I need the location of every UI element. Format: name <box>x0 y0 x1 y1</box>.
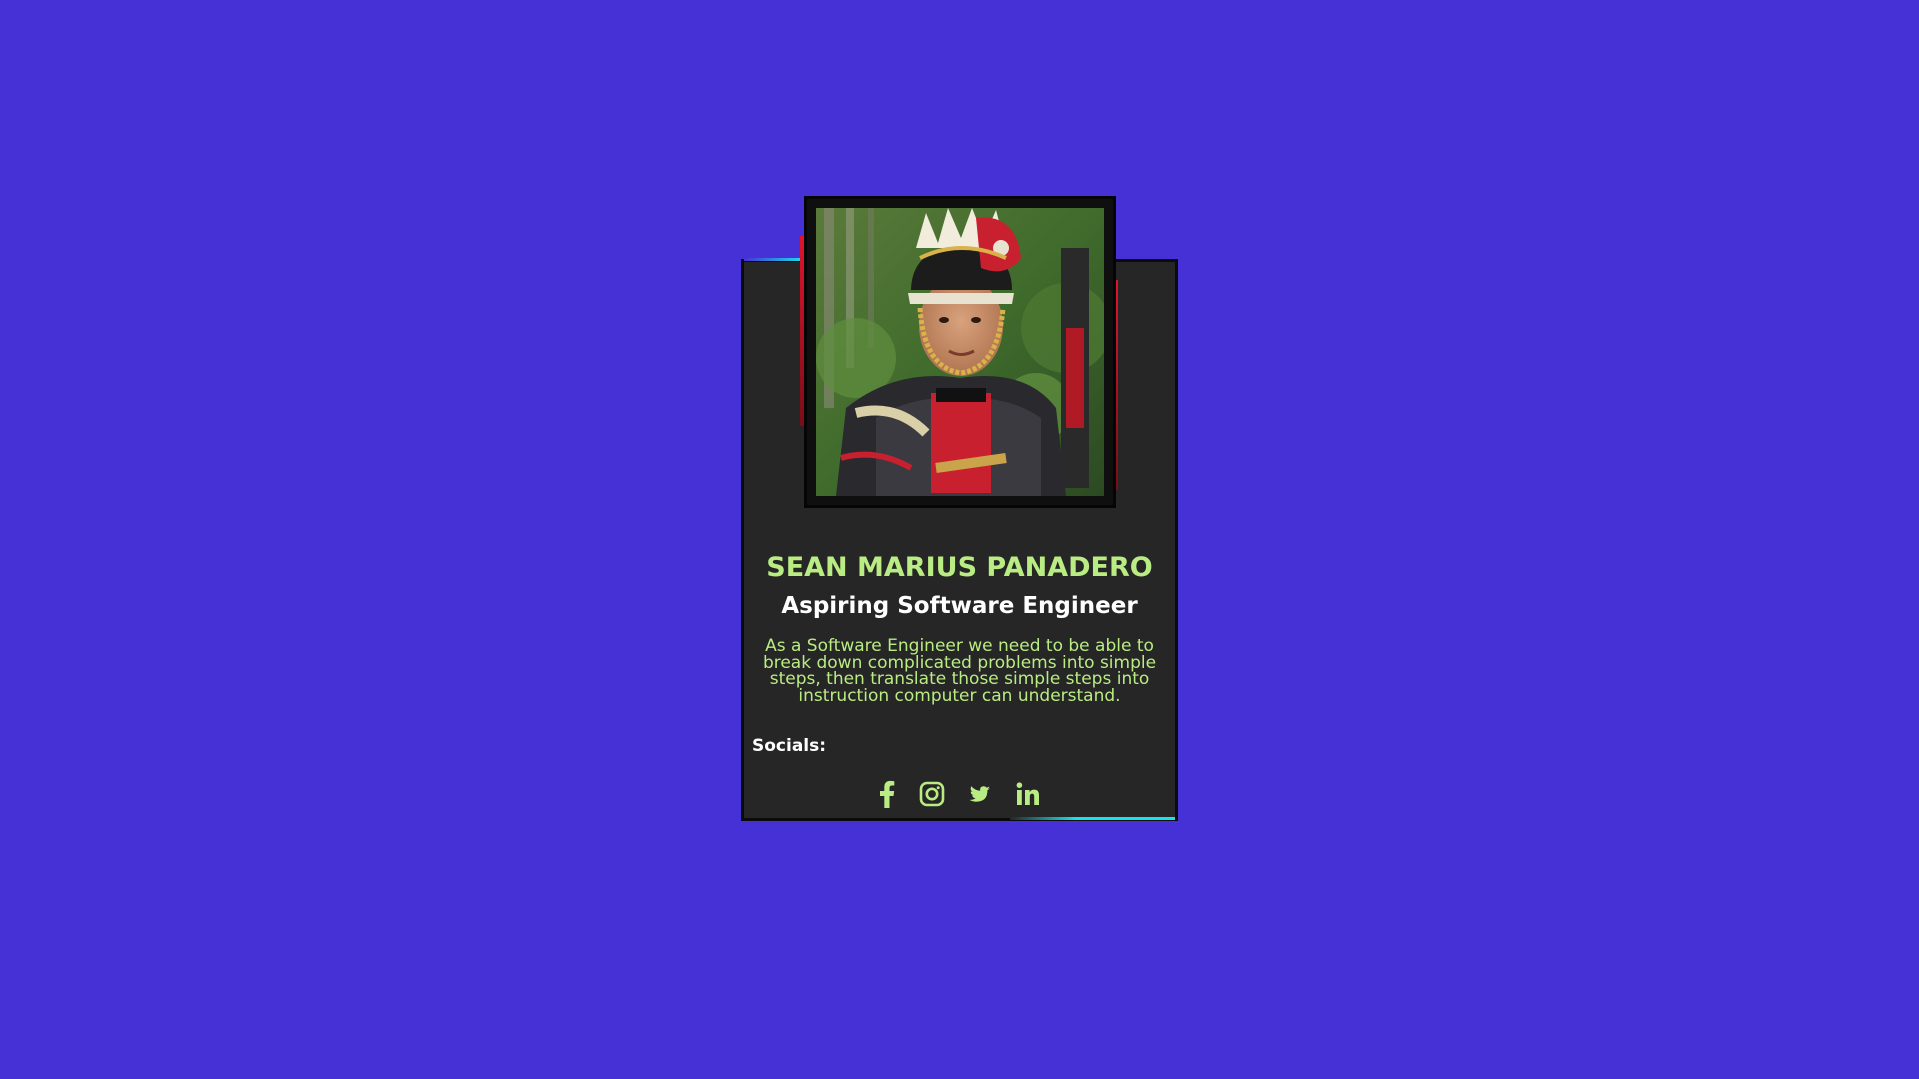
instagram-icon[interactable] <box>919 780 945 808</box>
profile-photo-frame <box>804 196 1116 508</box>
profile-description: As a Software Engineer we need to be abl… <box>762 636 1157 706</box>
accent-strip-top <box>744 258 804 261</box>
facebook-icon[interactable] <box>879 780 895 808</box>
accent-strip-bottom <box>1010 817 1175 820</box>
social-links <box>741 780 1178 808</box>
profile-role: Aspiring Software Engineer <box>781 593 1138 619</box>
profile-name: SEAN MARIUS PANADERO <box>766 552 1153 583</box>
linkedin-icon[interactable] <box>1016 780 1040 808</box>
socials-label: Socials: <box>752 736 827 756</box>
profile-photo <box>816 208 1104 496</box>
twitter-icon[interactable] <box>966 780 994 808</box>
